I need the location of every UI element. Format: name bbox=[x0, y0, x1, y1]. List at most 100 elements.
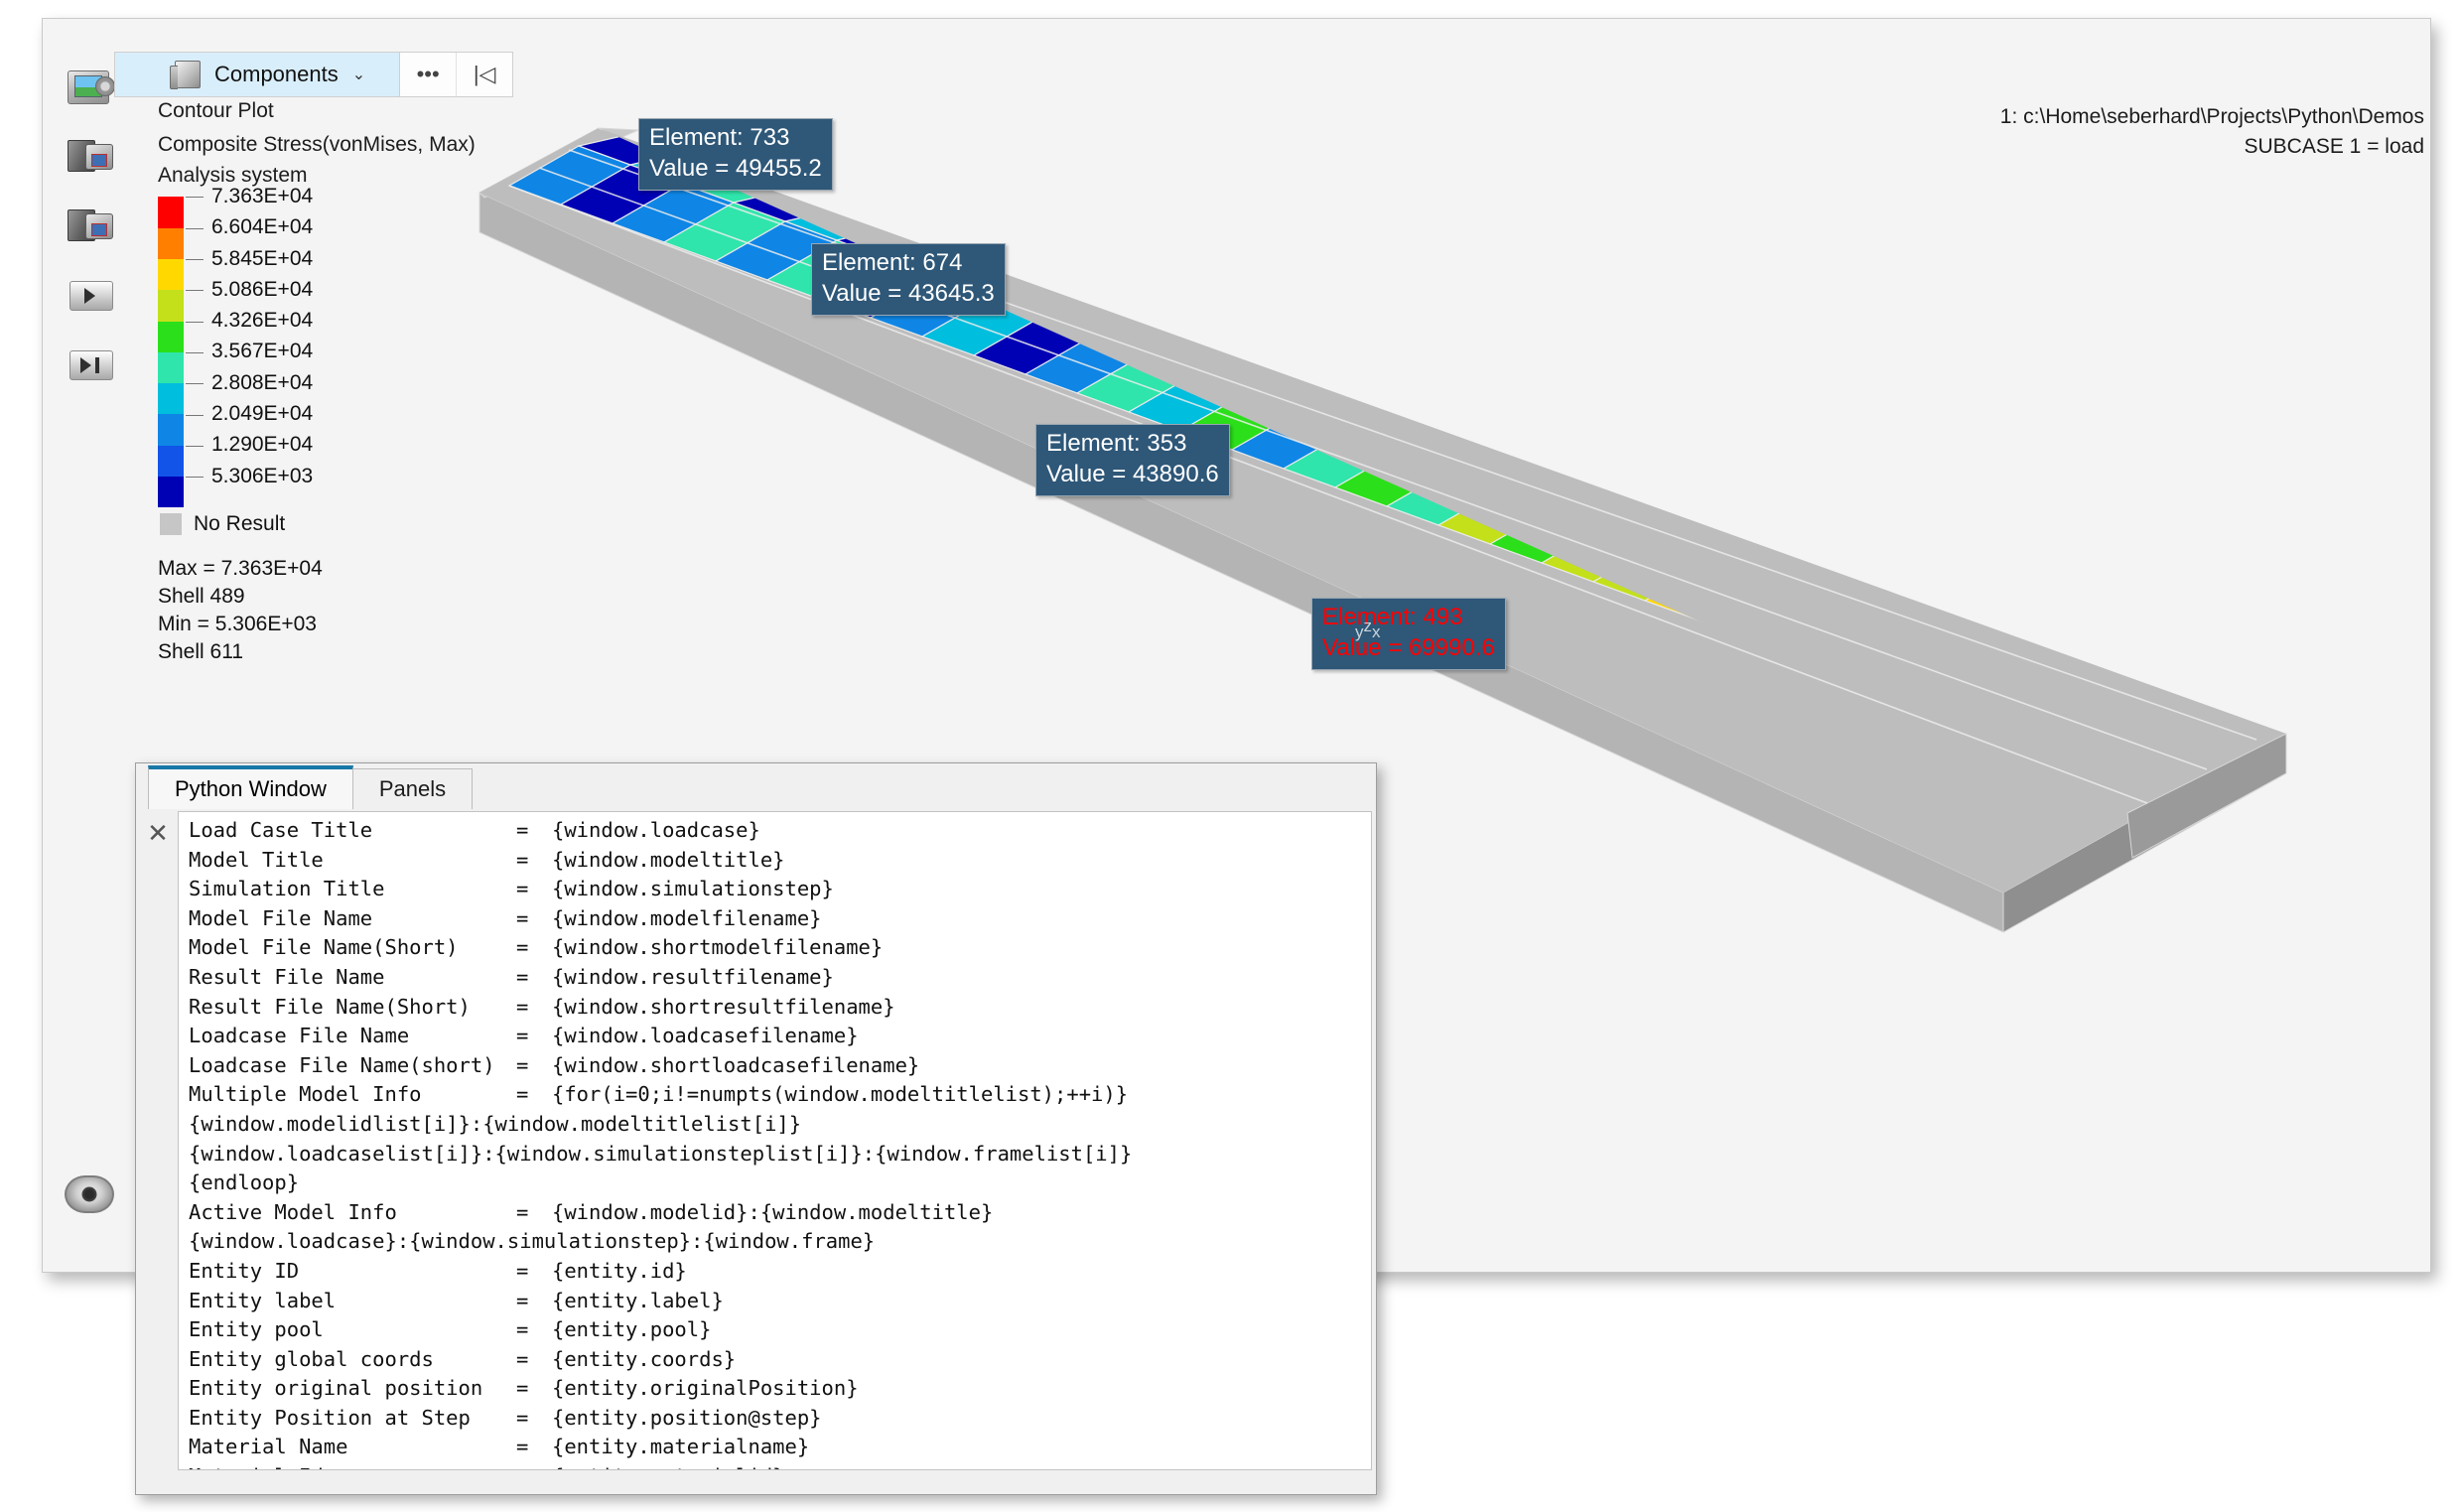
capture-session-icon[interactable] bbox=[68, 136, 115, 180]
console-line-equals: = bbox=[516, 1082, 529, 1107]
legend-row: 5.306E+03 bbox=[158, 465, 575, 508]
console-line-key: Model File Name(Short) bbox=[189, 935, 459, 960]
legend-value: 5.845E+04 bbox=[211, 246, 314, 270]
console-line-key: Entity pool bbox=[189, 1317, 324, 1342]
console-line-value: {entity.coords} bbox=[552, 1346, 737, 1371]
legend-max-value: Max = 7.363E+04 bbox=[158, 557, 323, 581]
tooltip-element-id: Element: 353 bbox=[1046, 430, 1187, 457]
console-line-equals: = bbox=[516, 1435, 529, 1459]
console-line: Entity pool = {entity.pool} bbox=[179, 1315, 1371, 1345]
python-window-tabs[interactable]: Python Window Panels bbox=[136, 763, 1376, 809]
element-tooltip-353[interactable]: Element: 353 Value = 43890.6 bbox=[1035, 424, 1230, 497]
console-line-equals: = bbox=[516, 1376, 529, 1401]
legend-value: 3.567E+04 bbox=[211, 340, 314, 363]
graphics-toolbar[interactable] bbox=[59, 67, 124, 388]
legend-color-swatch bbox=[158, 321, 184, 352]
animate-play-icon[interactable] bbox=[68, 275, 115, 319]
console-line-equals: = bbox=[516, 1462, 552, 1469]
console-line-key: Result File Name bbox=[189, 964, 385, 989]
legend-value: 7.363E+04 bbox=[211, 184, 314, 207]
console-line-equals: = bbox=[516, 935, 529, 960]
legend-color-swatch bbox=[158, 445, 184, 477]
console-line-value: {window.loadcasefilename} bbox=[552, 1024, 859, 1048]
legend-tick bbox=[186, 414, 204, 416]
tooltip-element-value: Value = 69990.6 bbox=[1322, 633, 1495, 661]
console-line-value: {entity.label} bbox=[552, 1288, 724, 1312]
legend-color-swatch bbox=[158, 258, 184, 291]
console-line: Entity Position at Step = {entity.position… bbox=[179, 1404, 1371, 1434]
visibility-eye-icon[interactable] bbox=[65, 1175, 114, 1213]
console-line-equals: = bbox=[516, 964, 529, 989]
console-line-equals: = bbox=[516, 994, 529, 1019]
tooltip-element-value: Value = 43890.6 bbox=[1046, 460, 1219, 487]
console-line: Material Name = {entity.materialname} bbox=[179, 1433, 1371, 1462]
console-line-key: Result File Name(Short) bbox=[189, 994, 471, 1019]
element-tooltip-493[interactable]: Element: 493 Value = 69990.6 bbox=[1311, 598, 1506, 671]
console-line-equals: = bbox=[516, 1258, 529, 1283]
console-line-key: Active Model Info bbox=[189, 1199, 397, 1224]
console-line-value: {window.simulationstep} bbox=[552, 877, 834, 901]
legend-tick bbox=[186, 290, 204, 292]
console-line-key: Material Id bbox=[189, 1462, 516, 1469]
console-line-equals: = bbox=[516, 1346, 529, 1371]
console-line-equals: = bbox=[516, 877, 529, 901]
console-line: Loadcase File Name(short) = {window.shortl… bbox=[179, 1051, 1371, 1081]
legend-value: 6.604E+04 bbox=[211, 215, 314, 239]
close-icon[interactable]: ✕ bbox=[144, 819, 172, 847]
console-line: Model File Name = {window.modelfilename} bbox=[179, 904, 1371, 934]
console-line-equals: = bbox=[516, 1199, 529, 1224]
console-line-value: {window.loadcase} bbox=[552, 818, 760, 842]
capture-session-alt-icon[interactable] bbox=[68, 206, 115, 249]
console-line-value: {for(i=0;i!=numpts(window.modeltitlelist… bbox=[552, 1082, 1129, 1107]
no-result-label: No Result bbox=[194, 512, 286, 536]
legend-tick bbox=[186, 197, 204, 199]
console-line-key: Entity label bbox=[189, 1288, 337, 1312]
console-line-key: Model Title bbox=[189, 847, 324, 872]
console-line-value: {entity.materialname} bbox=[552, 1435, 810, 1459]
console-line-equals: = bbox=[516, 1024, 529, 1048]
console-line-equals: = bbox=[516, 905, 529, 930]
capture-plot-icon[interactable] bbox=[68, 67, 115, 110]
tab-panels[interactable]: Panels bbox=[351, 768, 474, 809]
legend-value: 2.049E+04 bbox=[211, 402, 314, 426]
legend-scale: 7.363E+04 6.604E+04 5.845E+04 5.086E+04 4.32… bbox=[158, 185, 575, 508]
console-line-key: Loadcase File Name(short) bbox=[189, 1052, 495, 1077]
console-line: {window.loadcaselist[i]}:{window.simulat… bbox=[179, 1140, 1371, 1169]
console-line-key: Entity global coords bbox=[189, 1346, 434, 1371]
collapse-panel-button[interactable]: |◁ bbox=[457, 53, 513, 96]
legend-value: 5.306E+03 bbox=[211, 464, 314, 487]
more-options-button[interactable]: ••• bbox=[400, 53, 458, 96]
legend-tick bbox=[186, 227, 204, 229]
console-line: Entity original position = {entity.origina… bbox=[179, 1374, 1371, 1404]
console-line-equals: = bbox=[516, 847, 529, 872]
cube-icon bbox=[170, 61, 201, 89]
legend-color-swatch bbox=[158, 383, 184, 415]
console-line-equals: = bbox=[516, 1288, 529, 1312]
console-line-key: Material Name bbox=[189, 1435, 348, 1459]
console-line: Multiple Model Info = {for(i=0;i!=numpts(w… bbox=[179, 1080, 1371, 1110]
components-toolbar[interactable]: Components ⌄ ••• |◁ bbox=[114, 52, 514, 97]
legend-max-entity: Shell 489 bbox=[158, 585, 245, 609]
components-selector[interactable]: Components ⌄ bbox=[115, 53, 401, 96]
tooltip-element-value: Value = 43645.3 bbox=[822, 279, 995, 307]
python-window-panel[interactable]: Python Window Panels ✕ Load Case Title ={… bbox=[135, 762, 1377, 1495]
console-line: {endloop} bbox=[179, 1168, 1371, 1198]
console-line-key: Model File Name bbox=[189, 905, 373, 930]
console-line-value: {entity.position@step} bbox=[552, 1405, 822, 1430]
element-tooltip-674[interactable]: Element: 674 Value = 43645.3 bbox=[811, 243, 1006, 317]
legend-color-swatch bbox=[158, 351, 184, 384]
console-line: Entity ID = {entity.id} bbox=[179, 1257, 1371, 1287]
legend-tick bbox=[186, 351, 204, 353]
animate-step-icon[interactable] bbox=[68, 344, 115, 388]
console-line: Material Id={entity.materialid} bbox=[179, 1462, 1371, 1469]
tab-python-window[interactable]: Python Window bbox=[148, 765, 353, 809]
element-tooltip-733[interactable]: Element: 733 Value = 49455.2 bbox=[638, 118, 833, 192]
python-console-output[interactable]: Load Case Title = {window.loadcase} Model T… bbox=[178, 811, 1372, 1470]
python-window-body: ✕ Load Case Title = {window.loadcase} Model… bbox=[136, 809, 1376, 1494]
axis-z-label: z bbox=[1363, 617, 1373, 635]
legend-tick bbox=[186, 383, 204, 385]
console-line-value: {entity.materialid} bbox=[552, 1464, 785, 1469]
axis-triad-icon: yzx bbox=[1355, 617, 1381, 642]
chevron-down-icon[interactable]: ⌄ bbox=[352, 65, 365, 84]
console-line: Result File Name(Short) = {window.shortres… bbox=[179, 993, 1371, 1023]
